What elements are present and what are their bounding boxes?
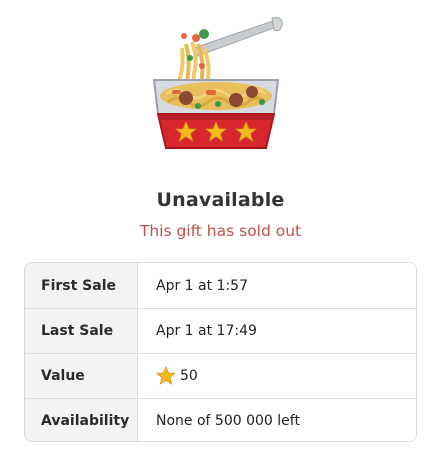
table-row-last-sale: Last Sale Apr 1 at 17:49 (25, 308, 416, 353)
availability-value: None of 500 000 left (138, 399, 416, 441)
value-amount: 50 (180, 368, 198, 384)
first-sale-value: Apr 1 at 1:57 (138, 263, 416, 308)
gift-details-table: First Sale Apr 1 at 1:57 Last Sale Apr 1… (24, 262, 417, 442)
gift-status-title: Unavailable (156, 189, 285, 211)
table-row-availability: Availability None of 500 000 left (25, 398, 416, 441)
noodle-box-icon (152, 17, 283, 149)
gift-status-subtitle: This gift has sold out (139, 222, 302, 240)
availability-label: Availability (25, 399, 138, 441)
value-cell: 50 (138, 354, 416, 398)
value-label: Value (25, 354, 138, 398)
last-sale-value: Apr 1 at 17:49 (138, 309, 416, 353)
table-row-first-sale: First Sale Apr 1 at 1:57 (25, 263, 416, 308)
table-row-value: Value 50 (25, 353, 416, 398)
first-sale-label: First Sale (25, 263, 138, 308)
star-icon (155, 365, 177, 386)
last-sale-label: Last Sale (25, 309, 138, 353)
gift-image (146, 14, 286, 152)
